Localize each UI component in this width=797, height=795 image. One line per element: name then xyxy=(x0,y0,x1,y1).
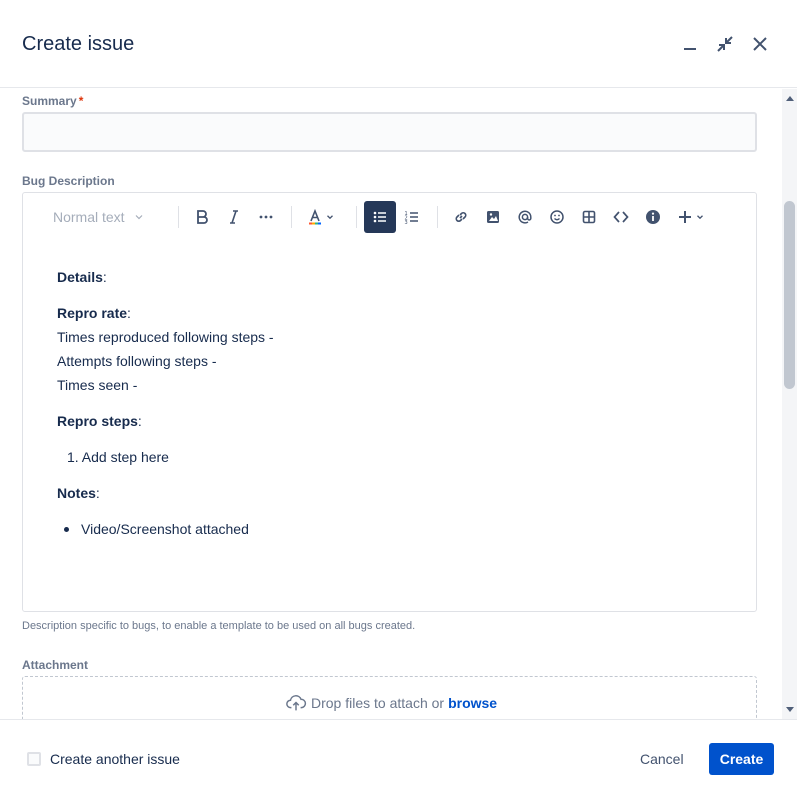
svg-text:3: 3 xyxy=(405,220,408,225)
create-button[interactable]: Create xyxy=(709,743,774,775)
info-icon xyxy=(646,210,660,224)
dialog-footer: Create another issue Cancel Create xyxy=(0,719,797,795)
insert-more-button[interactable] xyxy=(673,201,709,233)
dialog-header: Create issue xyxy=(0,0,797,88)
code-icon xyxy=(613,211,629,223)
vertical-scrollbar[interactable] xyxy=(782,89,797,719)
description-editor[interactable]: Normal text 123 Details: Repro rate: Tim… xyxy=(22,192,757,612)
dropzone-text: Drop files to attach or xyxy=(311,695,445,711)
notes-list-item: Video/Screenshot attached xyxy=(57,517,274,541)
repro-steps-colon: : xyxy=(137,413,142,429)
info-panel-button[interactable] xyxy=(637,201,669,233)
link-icon xyxy=(455,212,467,222)
image-button[interactable] xyxy=(477,201,509,233)
close-button[interactable] xyxy=(746,30,774,58)
text-color-button[interactable] xyxy=(303,201,339,233)
italic-icon xyxy=(230,210,238,224)
attachment-dropzone[interactable]: Drop files to attach or browse xyxy=(22,676,757,719)
details-heading: Details xyxy=(57,269,103,285)
close-icon xyxy=(753,37,767,51)
repro-steps-heading: Repro steps xyxy=(57,413,138,429)
bullet-list-button[interactable] xyxy=(364,201,396,233)
chevron-down-icon xyxy=(697,215,703,220)
mention-button[interactable] xyxy=(509,201,541,233)
toolbar-divider xyxy=(437,206,438,228)
text-color-icon xyxy=(309,209,321,225)
required-mark: * xyxy=(78,94,84,108)
repro-steps-block: Repro steps: 1. Add step here xyxy=(57,409,274,469)
toolbar-divider xyxy=(291,206,292,228)
chevron-down-icon xyxy=(327,215,333,220)
cloud-upload-icon xyxy=(286,695,307,711)
scroll-up-arrow[interactable] xyxy=(786,96,794,101)
summary-input[interactable] xyxy=(22,112,757,152)
minimize-icon xyxy=(684,48,696,50)
emoji-icon xyxy=(550,210,564,224)
dropzone-prompt: Drop files to attach or browse xyxy=(285,692,497,714)
image-icon xyxy=(487,211,499,223)
cancel-button[interactable]: Cancel xyxy=(630,743,694,775)
italic-button[interactable] xyxy=(218,201,250,233)
scrollbar-thumb[interactable] xyxy=(784,201,795,389)
dialog-body[interactable]: Summary * Bug Description Normal text 1 … xyxy=(0,89,797,719)
repro-rate-colon: : xyxy=(127,305,131,321)
summary-label-text: Summary xyxy=(22,94,77,108)
editor-toolbar: Normal text 123 xyxy=(23,201,756,233)
plus-icon xyxy=(679,211,691,223)
dialog-title: Create issue xyxy=(22,33,135,55)
attachment-label: Attachment xyxy=(22,658,89,672)
bold-button[interactable] xyxy=(186,201,218,233)
table-button[interactable] xyxy=(573,201,605,233)
numbered-list-button[interactable]: 123 xyxy=(396,201,428,233)
repro-rate-heading: Repro rate xyxy=(57,305,128,321)
notes-colon: : xyxy=(95,485,100,501)
repro-rate-line: Attempts following steps - xyxy=(57,353,217,369)
more-icon xyxy=(259,215,273,219)
toolbar-divider xyxy=(356,206,357,228)
create-another-checkbox[interactable] xyxy=(27,752,41,766)
repro-step-item: 1. Add step here xyxy=(67,449,169,465)
repro-rate-line: Times reproduced following steps - xyxy=(57,329,274,345)
chevron-down-icon xyxy=(135,215,143,220)
repro-rate-block: Repro rate: Times reproduced following s… xyxy=(57,301,274,397)
details-line: Details: xyxy=(57,265,274,289)
editor-content[interactable]: Details: Repro rate: Times reproduced fo… xyxy=(57,265,274,553)
notes-heading: Notes xyxy=(57,485,96,501)
toolbar-divider xyxy=(178,206,179,228)
notes-block: Notes: Video/Screenshot attached xyxy=(57,481,274,541)
more-formatting-button[interactable] xyxy=(250,201,282,233)
text-style-label: Normal text xyxy=(53,209,125,225)
collapse-button[interactable] xyxy=(711,30,739,58)
bold-icon xyxy=(197,210,208,224)
at-sign-icon xyxy=(518,210,532,224)
description-helper-text: Description specific to bugs, to enable … xyxy=(22,620,416,632)
description-label: Bug Description xyxy=(22,174,115,188)
link-button[interactable] xyxy=(445,201,477,233)
browse-link[interactable]: browse xyxy=(448,695,497,711)
numbered-list-icon: 123 xyxy=(405,211,418,225)
repro-rate-line: Times seen - xyxy=(57,377,138,393)
minimize-button[interactable] xyxy=(676,30,704,58)
summary-label: Summary * xyxy=(22,94,83,108)
bullet-list-icon xyxy=(373,211,386,223)
create-another-label[interactable]: Create another issue xyxy=(50,751,180,767)
text-style-dropdown[interactable]: Normal text xyxy=(45,201,157,233)
details-colon: : xyxy=(102,269,107,285)
code-button[interactable] xyxy=(605,201,637,233)
collapse-icon xyxy=(717,36,733,52)
scroll-down-arrow[interactable] xyxy=(786,707,794,712)
table-icon xyxy=(582,210,596,224)
emoji-button[interactable] xyxy=(541,201,573,233)
